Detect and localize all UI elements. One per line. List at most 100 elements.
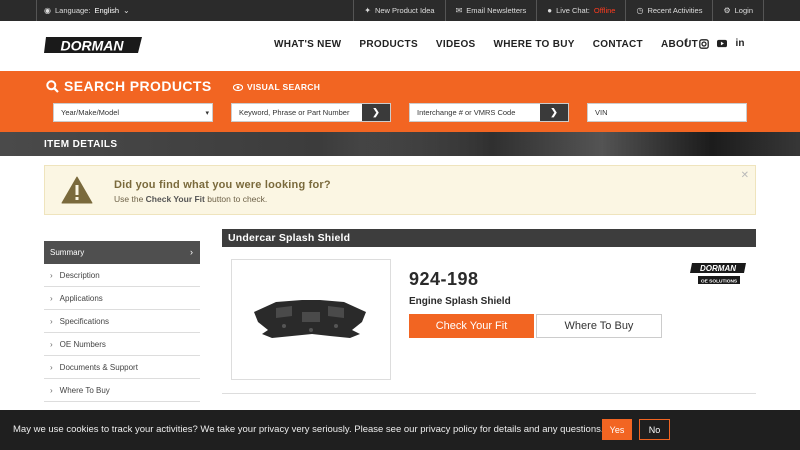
dorman-oe-solutions-logo: DORMAN OE SOLUTIONS — [690, 263, 746, 284]
youtube-icon[interactable] — [717, 38, 727, 49]
svg-text:OE SOLUTIONS: OE SOLUTIONS — [701, 278, 738, 284]
nav-whats-new[interactable]: WHAT'S NEW — [274, 39, 341, 50]
close-icon[interactable]: ✕ — [741, 170, 749, 181]
sidebar-item-label: OE Numbers — [59, 339, 106, 349]
svg-text:DORMAN: DORMAN — [700, 264, 736, 273]
recent-activities-label: Recent Activities — [647, 6, 703, 15]
divider — [36, 0, 37, 21]
logo-text: DORMAN — [61, 38, 125, 54]
chevron-right-icon: › — [190, 247, 193, 257]
sidebar-item-label: Description — [59, 270, 100, 280]
sidebar-item-oe-numbers[interactable]: › OE Numbers — [44, 333, 200, 356]
item-sidebar: Summary › › Description › Applications ›… — [44, 241, 200, 402]
check-your-fit-button[interactable]: Check Your Fit — [409, 314, 534, 338]
chevron-right-icon: › — [50, 316, 53, 326]
facebook-icon[interactable]: f — [681, 38, 691, 49]
caret-down-icon: ▾ — [205, 110, 209, 117]
chevron-right-icon: › — [50, 270, 53, 280]
language-selector[interactable]: ◉ Language: English ⌄ — [36, 0, 130, 21]
sidebar-item-label: Documents & Support — [59, 362, 138, 372]
sidebar-item-documents[interactable]: › Documents & Support — [44, 356, 200, 379]
car-banner-image — [360, 132, 800, 156]
login-link[interactable]: ⚙ Login — [712, 0, 764, 21]
part-number: 924-198 — [409, 269, 479, 289]
hint-bold: Check Your Fit — [145, 194, 205, 204]
envelope-icon: ✉ — [455, 5, 463, 15]
sidebar-item-label: Where To Buy — [59, 385, 110, 395]
lightbulb-icon: ✦ — [364, 5, 371, 15]
splash-shield-image — [232, 260, 390, 379]
globe-icon: ◉ — [44, 5, 51, 15]
live-chat-label: Live Chat: — [556, 6, 590, 15]
alert-question: Did you find what you were looking for? — [114, 179, 331, 191]
nav-videos[interactable]: VIDEOS — [436, 39, 476, 50]
language-label: Language: — [54, 6, 91, 15]
keyword-search-button[interactable]: ❯ — [362, 104, 390, 121]
interchange-placeholder: Interchange # or VMRS Code — [417, 108, 516, 117]
search-title-text: SEARCH PRODUCTS — [64, 78, 212, 94]
utility-bar: ◉ Language: English ⌄ ✦ New Product Idea… — [0, 0, 800, 21]
search-panel: SEARCH PRODUCTS VISUAL SEARCH Year/Make/… — [0, 71, 800, 132]
social-links: f in — [681, 38, 745, 49]
sidebar-item-label: Summary — [50, 248, 85, 257]
vin-search-field[interactable]: VIN — [587, 103, 747, 122]
keyword-search-field[interactable]: Keyword, Phrase or Part Number ❯ — [231, 103, 391, 122]
visual-search-label: VISUAL SEARCH — [247, 82, 321, 92]
chevron-right-icon: › — [50, 339, 53, 349]
sidebar-item-specifications[interactable]: › Specifications — [44, 310, 200, 333]
chat-icon: ● — [547, 5, 553, 15]
where-to-buy-button[interactable]: Where To Buy — [536, 314, 662, 338]
fit-check-alert: Did you find what you were looking for? … — [44, 165, 756, 215]
linkedin-icon[interactable]: in — [735, 38, 745, 49]
cookie-accept-button[interactable]: Yes — [602, 419, 632, 440]
sidebar-item-summary[interactable]: Summary › — [44, 241, 200, 264]
interchange-search-field[interactable]: Interchange # or VMRS Code ❯ — [409, 103, 569, 122]
sidebar-item-description[interactable]: › Description — [44, 264, 200, 287]
search-title: SEARCH PRODUCTS — [46, 78, 212, 94]
year-make-model-select[interactable]: Year/Make/Model ▾ — [53, 103, 213, 122]
eye-icon — [233, 83, 243, 91]
email-newsletters-link[interactable]: ✉ Email Newsletters — [444, 0, 537, 21]
site-header: DORMAN WHAT'S NEW PRODUCTS VIDEOS WHERE … — [0, 21, 800, 71]
dorman-logo[interactable]: DORMAN — [44, 34, 144, 56]
cookie-decline-button[interactable]: No — [639, 419, 670, 440]
gear-icon: ⚙ — [723, 5, 731, 15]
sidebar-item-label: Applications — [59, 293, 103, 303]
search-icon — [46, 79, 59, 93]
vin-placeholder: VIN — [595, 108, 608, 117]
new-product-idea-link[interactable]: ✦ New Product Idea — [353, 0, 444, 21]
product-name: Engine Splash Shield — [409, 296, 511, 307]
nav-products[interactable]: PRODUCTS — [359, 39, 418, 50]
hint-prefix: Use the — [114, 194, 144, 204]
chevron-down-icon: ⌄ — [123, 5, 130, 15]
nav-where-to-buy[interactable]: WHERE TO BUY — [494, 39, 575, 50]
cookie-consent-bar: May we use cookies to track your activit… — [0, 410, 800, 450]
item-details-title: ITEM DETAILS — [44, 139, 118, 150]
email-newsletters-label: Email Newsletters — [466, 6, 527, 15]
chevron-right-icon: ❯ — [550, 107, 558, 117]
ymm-placeholder: Year/Make/Model — [61, 108, 120, 117]
live-chat-link[interactable]: ● Live Chat: Offline — [536, 0, 625, 21]
product-title-bar: Undercar Splash Shield — [222, 229, 756, 247]
product-image[interactable] — [231, 259, 391, 380]
product-title: Undercar Splash Shield — [228, 232, 351, 244]
chevron-right-icon: › — [50, 293, 53, 303]
nav-contact[interactable]: CONTACT — [593, 39, 643, 50]
cookie-message: May we use cookies to track your activit… — [13, 424, 604, 435]
hint-suffix: button to check. — [207, 194, 268, 204]
chevron-right-icon: › — [50, 385, 53, 395]
chevron-right-icon: ❯ — [372, 107, 380, 117]
visual-search-link[interactable]: VISUAL SEARCH — [233, 82, 320, 92]
sidebar-item-where-to-buy[interactable]: › Where To Buy — [44, 379, 200, 402]
main-nav: WHAT'S NEW PRODUCTS VIDEOS WHERE TO BUY … — [274, 39, 716, 50]
divider — [222, 393, 756, 394]
warning-icon — [61, 176, 93, 204]
sidebar-item-applications[interactable]: › Applications — [44, 287, 200, 310]
utility-links: ✦ New Product Idea ✉ Email Newsletters ●… — [353, 0, 764, 21]
recent-activities-link[interactable]: ◷ Recent Activities — [625, 0, 712, 21]
instagram-icon[interactable] — [699, 38, 709, 49]
login-label: Login — [734, 6, 753, 15]
history-icon: ◷ — [636, 5, 644, 15]
item-details-band: ITEM DETAILS — [0, 132, 800, 156]
interchange-search-button[interactable]: ❯ — [540, 104, 568, 121]
